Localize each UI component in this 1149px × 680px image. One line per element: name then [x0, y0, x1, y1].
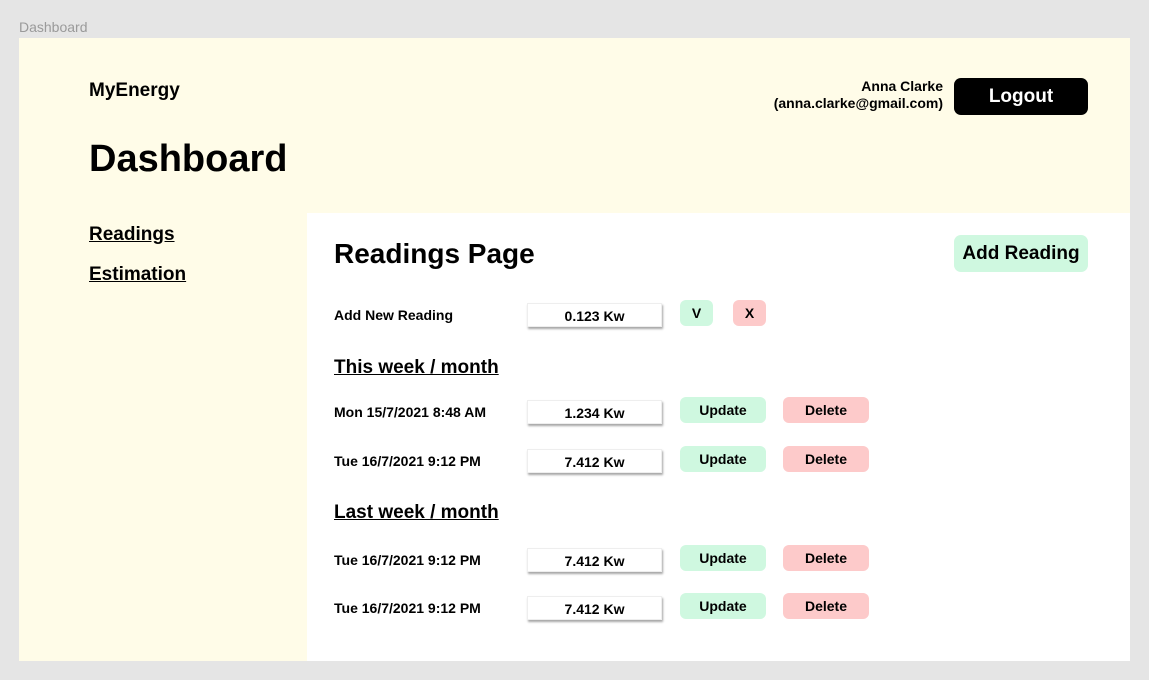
reading-value[interactable]: 1.234 Kw [527, 400, 662, 424]
add-reading-button[interactable]: Add Reading [954, 235, 1088, 272]
update-button[interactable]: Update [680, 593, 766, 619]
delete-button[interactable]: Delete [783, 397, 869, 423]
nav-link-estimation[interactable]: Estimation [89, 263, 186, 286]
dashboard-frame: MyEnergy Anna Clarke (anna.clarke@gmail.… [19, 38, 1130, 661]
user-email: (anna.clarke@gmail.com) [773, 95, 943, 111]
cancel-new-reading-button[interactable]: X [733, 300, 766, 326]
nav-link-readings[interactable]: Readings [89, 223, 186, 246]
delete-button[interactable]: Delete [783, 545, 869, 571]
section-title-this-week: This week / month [334, 357, 499, 378]
reading-value[interactable]: 7.412 Kw [527, 596, 662, 620]
panel-title: Readings Page [334, 238, 535, 269]
reading-date: Tue 16/7/2021 9:12 PM [334, 453, 481, 469]
update-button[interactable]: Update [680, 397, 766, 423]
frame-label: Dashboard [19, 19, 88, 35]
reading-value[interactable]: 7.412 Kw [527, 449, 662, 473]
reading-row: Tue 16/7/2021 9:12 PM 7.412 Kw Update De… [334, 545, 1094, 574]
new-reading-input[interactable]: 0.123 Kw [527, 303, 662, 327]
delete-button[interactable]: Delete [783, 446, 869, 472]
logout-button[interactable]: Logout [954, 78, 1088, 115]
section-title-last-week: Last week / month [334, 502, 499, 523]
reading-value[interactable]: 7.412 Kw [527, 548, 662, 572]
user-info: Anna Clarke (anna.clarke@gmail.com) [774, 78, 943, 112]
reading-date: Tue 16/7/2021 9:12 PM [334, 552, 481, 568]
reading-row: Tue 16/7/2021 9:12 PM 7.412 Kw Update De… [334, 446, 1094, 475]
delete-button[interactable]: Delete [783, 593, 869, 619]
user-name: Anna Clarke [861, 78, 943, 94]
reading-row: Tue 16/7/2021 9:12 PM 7.412 Kw Update De… [334, 593, 1094, 622]
reading-date: Tue 16/7/2021 9:12 PM [334, 600, 481, 616]
reading-date: Mon 15/7/2021 8:48 AM [334, 404, 486, 420]
new-reading-row: Add New Reading 0.123 Kw V X [334, 300, 1094, 329]
brand-logo: MyEnergy [89, 80, 180, 101]
sidebar-nav: Readings Estimation [89, 223, 186, 303]
update-button[interactable]: Update [680, 446, 766, 472]
new-reading-label: Add New Reading [334, 307, 454, 323]
update-button[interactable]: Update [680, 545, 766, 571]
confirm-new-reading-button[interactable]: V [680, 300, 713, 326]
page-title: Dashboard [89, 138, 288, 180]
reading-row: Mon 15/7/2021 8:48 AM 1.234 Kw Update De… [334, 397, 1094, 426]
readings-panel: Readings Page Add Reading Add New Readin… [307, 213, 1130, 661]
